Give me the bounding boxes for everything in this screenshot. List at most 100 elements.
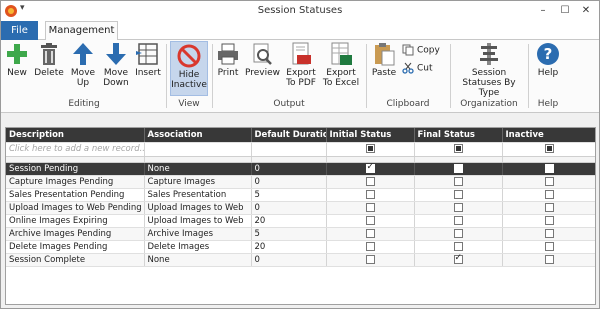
description-cell[interactable]: Archive Images Pending (6, 227, 145, 241)
duration-cell[interactable]: 5 (251, 227, 327, 241)
final-status-cell[interactable] (414, 227, 503, 241)
new-button[interactable]: New (4, 42, 30, 78)
new-record-cell[interactable] (144, 142, 252, 157)
inactive-checkbox[interactable] (544, 215, 554, 225)
move-up-button[interactable]: Move Up (68, 42, 98, 88)
new-record-cell[interactable] (502, 142, 595, 157)
new-record-placeholder[interactable]: Click here to add a new record... (6, 142, 145, 157)
duration-cell[interactable]: 20 (251, 214, 327, 228)
inactive-checkbox[interactable] (544, 176, 554, 186)
inactive-checkbox[interactable] (544, 202, 554, 212)
column-header-inactive[interactable]: Inactive (502, 128, 595, 143)
association-cell[interactable]: Archive Images (144, 227, 252, 241)
duration-cell[interactable]: 0 (251, 162, 327, 176)
print-button[interactable]: Print (215, 42, 241, 78)
description-cell[interactable]: Session Pending (6, 162, 145, 176)
new-record-row[interactable]: Click here to add a new record... (6, 142, 595, 157)
inactive-checkbox[interactable] (544, 241, 554, 251)
export-excel-button[interactable]: Export To Excel (321, 42, 361, 88)
final-status-checkbox[interactable] (453, 215, 463, 225)
final-status-cell[interactable] (414, 188, 503, 202)
column-header-initial-status[interactable]: Initial Status (326, 128, 415, 143)
final-status-cell[interactable] (414, 201, 503, 215)
inactive-cell[interactable] (502, 175, 595, 189)
table-row[interactable]: Upload Images to Web Pending Upload Image… (6, 201, 595, 215)
table-row[interactable]: Delete Images Pending Delete Images 20 (6, 240, 595, 254)
initial-status-checkbox[interactable] (365, 144, 375, 153)
column-header-final-status[interactable]: Final Status (414, 128, 503, 143)
column-header-association[interactable]: Association (144, 128, 252, 143)
association-cell[interactable]: None (144, 253, 252, 267)
preview-button[interactable]: Preview (245, 42, 280, 78)
table-row[interactable]: Sales Presentation Pending Sales Presenta… (6, 188, 595, 202)
initial-status-checkbox[interactable] (365, 241, 375, 251)
duration-cell[interactable]: 5 (251, 188, 327, 202)
initial-status-cell[interactable] (326, 175, 415, 189)
new-record-cell[interactable] (414, 142, 503, 157)
inactive-cell[interactable] (502, 214, 595, 228)
initial-status-checkbox[interactable] (365, 202, 375, 212)
inactive-checkbox[interactable] (544, 189, 554, 199)
final-status-cell[interactable] (414, 162, 503, 176)
session-statuses-by-type-button[interactable]: Session Statuses By Type (453, 42, 525, 98)
final-status-checkbox[interactable] (453, 202, 463, 212)
final-status-checkbox[interactable] (453, 144, 463, 153)
association-cell[interactable]: None (144, 162, 252, 176)
table-row[interactable]: Archive Images Pending Archive Images 5 (6, 227, 595, 241)
final-status-checkbox[interactable] (453, 228, 463, 238)
final-status-checkbox[interactable] (453, 253, 463, 264)
column-header-default-duration[interactable]: Default Duration (251, 128, 327, 143)
maximize-icon[interactable]: ☐ (557, 3, 573, 19)
tab-management[interactable]: Management (45, 21, 118, 41)
initial-status-cell[interactable] (326, 162, 415, 176)
description-cell[interactable]: Capture Images Pending (6, 175, 145, 189)
move-down-button[interactable]: Move Down (101, 42, 131, 88)
initial-status-cell[interactable] (326, 227, 415, 241)
minimize-icon[interactable]: – (535, 3, 551, 19)
inactive-checkbox[interactable] (544, 228, 554, 238)
new-record-cell[interactable] (251, 142, 327, 157)
inactive-checkbox[interactable] (544, 144, 554, 153)
association-cell[interactable]: Capture Images (144, 175, 252, 189)
association-cell[interactable]: Delete Images (144, 240, 252, 254)
initial-status-checkbox[interactable] (365, 215, 375, 225)
delete-button[interactable]: Delete (34, 42, 64, 78)
association-cell[interactable]: Upload Images to Web (144, 201, 252, 215)
table-row[interactable]: Session Complete None 0 (6, 253, 595, 267)
initial-status-cell[interactable] (326, 201, 415, 215)
inactive-cell[interactable] (502, 188, 595, 202)
table-row[interactable]: Session Pending None 0 (6, 162, 595, 176)
inactive-checkbox[interactable] (544, 163, 554, 173)
association-cell[interactable]: Upload Images to Web (144, 214, 252, 228)
new-record-cell[interactable] (326, 142, 415, 157)
table-row[interactable]: Capture Images Pending Capture Images 0 (6, 175, 595, 189)
inactive-cell[interactable] (502, 162, 595, 176)
description-cell[interactable]: Sales Presentation Pending (6, 188, 145, 202)
close-icon[interactable]: ✕ (578, 3, 594, 19)
initial-status-cell[interactable] (326, 240, 415, 254)
initial-status-cell[interactable] (326, 214, 415, 228)
duration-cell[interactable]: 0 (251, 175, 327, 189)
paste-button[interactable]: Paste (370, 42, 398, 78)
insert-button[interactable]: Insert (134, 42, 162, 78)
inactive-cell[interactable] (502, 201, 595, 215)
initial-status-checkbox[interactable] (365, 162, 375, 173)
duration-cell[interactable]: 20 (251, 240, 327, 254)
initial-status-checkbox[interactable] (365, 189, 375, 199)
final-status-checkbox[interactable] (453, 189, 463, 199)
inactive-checkbox[interactable] (544, 254, 554, 264)
final-status-cell[interactable] (414, 175, 503, 189)
export-pdf-button[interactable]: Export To PDF (284, 42, 318, 88)
initial-status-checkbox[interactable] (365, 254, 375, 264)
inactive-cell[interactable] (502, 253, 595, 267)
initial-status-checkbox[interactable] (365, 176, 375, 186)
final-status-cell[interactable] (414, 214, 503, 228)
final-status-cell[interactable] (414, 240, 503, 254)
initial-status-cell[interactable] (326, 253, 415, 267)
inactive-cell[interactable] (502, 240, 595, 254)
tab-file[interactable]: File (1, 21, 38, 40)
initial-status-checkbox[interactable] (365, 228, 375, 238)
hide-inactive-button[interactable]: Hide Inactive (170, 41, 208, 96)
inactive-cell[interactable] (502, 227, 595, 241)
table-row[interactable]: Online Images Expiring Upload Images to W… (6, 214, 595, 228)
